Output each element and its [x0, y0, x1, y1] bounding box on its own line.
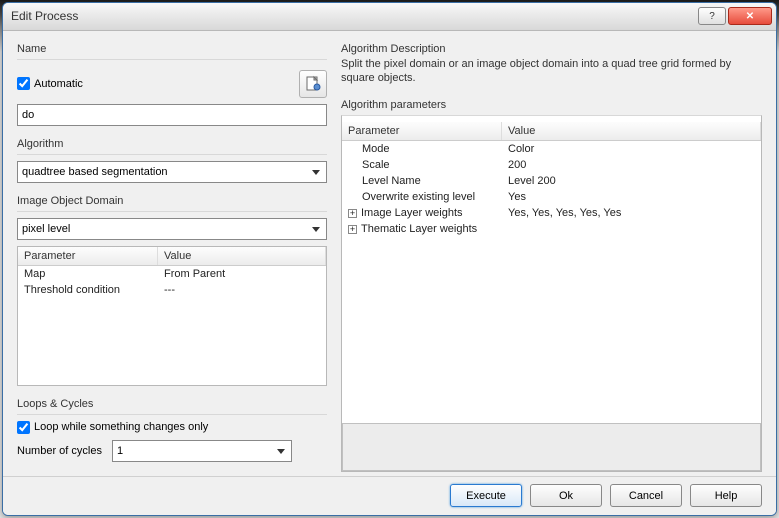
automatic-label: Automatic [34, 78, 83, 90]
cycles-label: Number of cycles [17, 445, 102, 457]
automatic-checkbox-row[interactable]: Automatic [17, 77, 83, 90]
table-row[interactable]: ModeColor [342, 141, 761, 157]
params-label: Algorithm parameters [341, 99, 762, 111]
algorithm-param-table: Parameter Value ModeColor Scale200 Level… [341, 115, 762, 472]
window-buttons: ? ✕ [698, 7, 772, 25]
domain-table-body: Map From Parent Threshold condition --- [18, 266, 326, 298]
algorithm-combo[interactable]: quadtree based segmentation [17, 161, 327, 183]
ok-button[interactable]: Ok [530, 484, 602, 507]
description-label: Algorithm Description [341, 43, 762, 55]
domain-param-table: Parameter Value Map From Parent Threshol… [17, 246, 327, 386]
domain-col-parameter[interactable]: Parameter [18, 247, 158, 265]
execute-button[interactable]: Execute [450, 484, 522, 507]
left-panel: Name Automatic Algorithm quadtree based … [17, 41, 327, 472]
content-area: Name Automatic Algorithm quadtree based … [3, 31, 776, 476]
dialog-window: Edit Process ? ✕ Name Automatic [2, 2, 777, 516]
param-detail-box [342, 423, 761, 471]
algo-table-body: ModeColor Scale200 Level NameLevel 200 O… [342, 141, 761, 237]
titlebar: Edit Process ? ✕ [3, 3, 776, 31]
window-title: Edit Process [11, 9, 698, 23]
table-row[interactable]: Threshold condition --- [18, 282, 326, 298]
expand-icon[interactable]: + [348, 209, 357, 218]
algo-col-value[interactable]: Value [502, 122, 761, 140]
domain-section-label: Image Object Domain [17, 195, 327, 207]
expand-icon[interactable]: + [348, 225, 357, 234]
table-row[interactable]: Map From Parent [18, 266, 326, 282]
algorithm-section-label: Algorithm [17, 138, 327, 150]
description-text: Split the pixel domain or an image objec… [341, 57, 762, 87]
loop-checkbox-row[interactable]: Loop while something changes only [17, 421, 327, 434]
help-button[interactable]: Help [690, 484, 762, 507]
name-section-label: Name [17, 43, 327, 55]
loop-checkbox[interactable] [17, 421, 30, 434]
table-row[interactable]: Level NameLevel 200 [342, 173, 761, 189]
table-row[interactable]: +Image Layer weightsYes, Yes, Yes, Yes, … [342, 205, 761, 221]
table-row[interactable]: Scale200 [342, 157, 761, 173]
automatic-checkbox[interactable] [17, 77, 30, 90]
table-row[interactable]: Overwrite existing levelYes [342, 189, 761, 205]
cycles-combo[interactable]: 1 [112, 440, 292, 462]
help-icon[interactable]: ? [698, 7, 726, 25]
name-input[interactable] [17, 104, 327, 126]
algo-col-parameter[interactable]: Parameter [342, 122, 502, 140]
right-panel: Algorithm Description Split the pixel do… [341, 41, 762, 472]
footer: Execute Ok Cancel Help [3, 476, 776, 515]
cancel-button[interactable]: Cancel [610, 484, 682, 507]
document-icon-button[interactable] [299, 70, 327, 98]
loops-section-label: Loops & Cycles [17, 398, 327, 410]
domain-combo[interactable]: pixel level [17, 218, 327, 240]
loop-label: Loop while something changes only [34, 421, 208, 433]
table-row[interactable]: +Thematic Layer weights [342, 221, 761, 237]
close-icon[interactable]: ✕ [728, 7, 772, 25]
domain-col-value[interactable]: Value [158, 247, 326, 265]
